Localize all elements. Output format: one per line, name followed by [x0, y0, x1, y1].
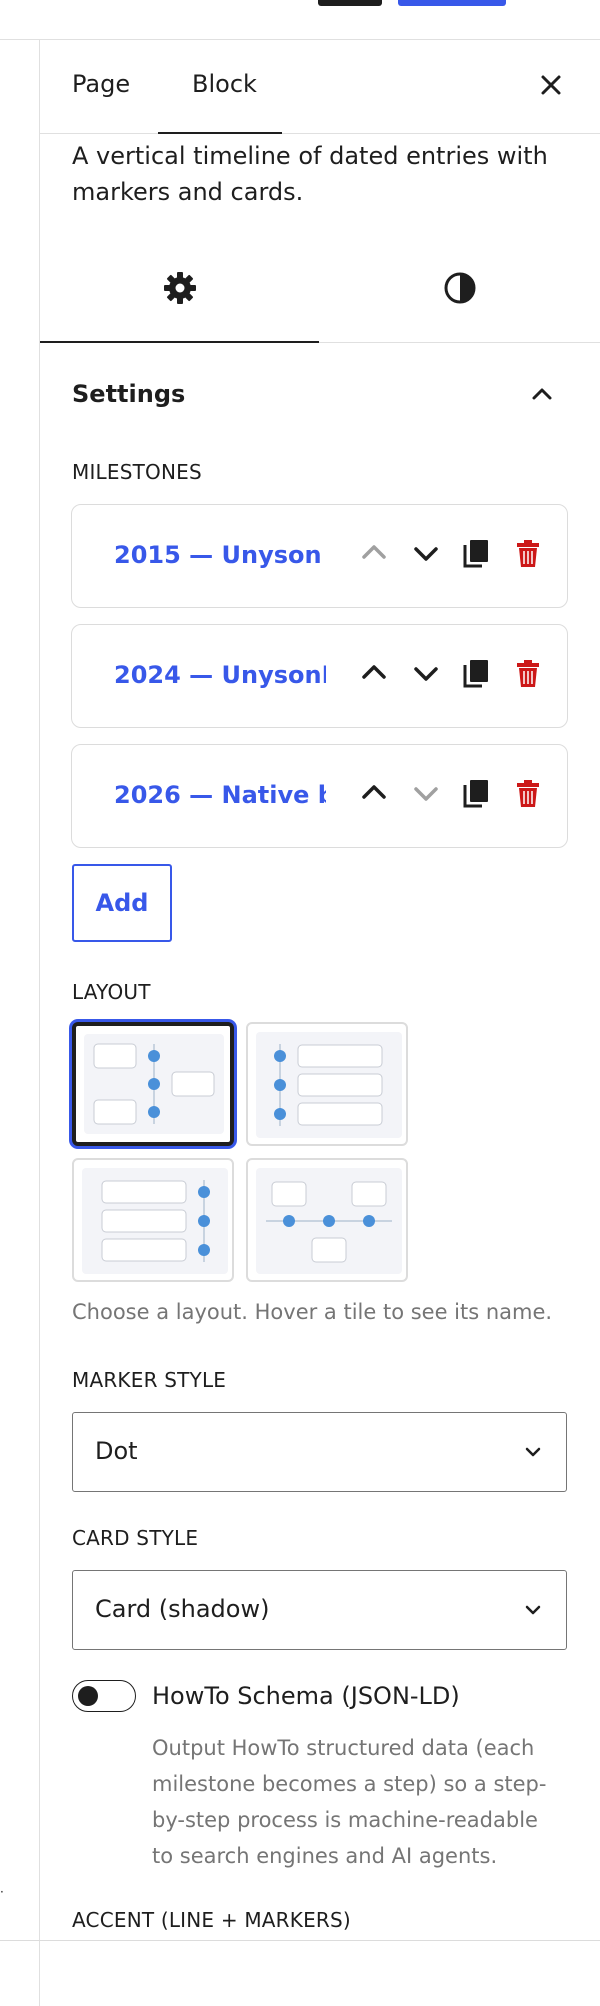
active-tab-indicator	[158, 132, 282, 134]
layout-label: LAYOUT	[72, 980, 151, 1004]
trash-icon[interactable]	[512, 777, 544, 809]
toolbar-button-dark[interactable]	[318, 0, 382, 6]
chevron-down-icon[interactable]	[410, 657, 442, 689]
sidebar-left-border	[39, 39, 40, 2006]
chevron-down-icon	[522, 1599, 544, 1621]
milestone-title[interactable]: 2024 — UnysonPlus	[114, 661, 326, 689]
close-icon[interactable]	[536, 70, 566, 100]
layout-tile-horizontal[interactable]	[246, 1158, 408, 1282]
layout-tile-left-line[interactable]	[246, 1022, 408, 1146]
milestone-item: 2015 — Unyson release	[71, 504, 568, 608]
milestone-item: 2026 — Native blocks	[71, 744, 568, 848]
chevron-up-icon[interactable]	[358, 657, 390, 689]
contrast-icon	[440, 268, 480, 312]
duplicate-icon[interactable]	[460, 777, 492, 809]
marker-style-label: MARKER STYLE	[72, 1368, 227, 1392]
settings-panel-title[interactable]: Settings	[72, 380, 185, 408]
chevron-down-icon[interactable]	[410, 537, 442, 569]
milestone-item: 2024 — UnysonPlus	[71, 624, 568, 728]
trash-icon[interactable]	[512, 657, 544, 689]
block-description: A vertical timeline of dated entries wit…	[72, 142, 548, 206]
duplicate-icon[interactable]	[460, 657, 492, 689]
milestone-title[interactable]: 2026 — Native blocks	[114, 781, 326, 809]
tab-page[interactable]: Page	[72, 70, 130, 98]
layout-tile-right-line[interactable]	[72, 1158, 234, 1282]
howto-schema-label[interactable]: HowTo Schema (JSON-LD)	[152, 1682, 460, 1710]
chevron-up-icon[interactable]	[358, 777, 390, 809]
gear-icon	[160, 268, 200, 312]
milestone-title[interactable]: 2015 — Unyson release	[114, 541, 326, 569]
settings-tab[interactable]	[160, 268, 200, 308]
active-style-tab-indicator	[40, 341, 319, 343]
trash-icon[interactable]	[512, 537, 544, 569]
marker-style-select[interactable]: Dot	[72, 1412, 567, 1492]
chevron-down-icon[interactable]	[410, 777, 442, 809]
howto-schema-toggle[interactable]	[72, 1680, 136, 1712]
milestones-label: MILESTONES	[72, 460, 202, 484]
header-divider	[40, 133, 600, 134]
card-style-value: Card (shadow)	[95, 1595, 270, 1623]
toolbar-divider	[0, 39, 600, 40]
styles-tab[interactable]	[440, 268, 480, 308]
accent-label: ACCENT (LINE + MARKERS)	[72, 1908, 351, 1932]
bottom-divider	[0, 1940, 600, 1941]
howto-schema-help: Output HowTo structured data (each miles…	[152, 1736, 547, 1868]
chevron-down-icon	[522, 1441, 544, 1463]
chevron-up-icon[interactable]	[358, 537, 390, 569]
marker-style-value: Dot	[95, 1437, 138, 1465]
tab-block[interactable]: Block	[192, 70, 257, 98]
duplicate-icon[interactable]	[460, 537, 492, 569]
toggle-knob	[78, 1686, 98, 1706]
card-style-label: CARD STYLE	[72, 1526, 199, 1550]
chevron-up-icon[interactable]	[528, 380, 556, 408]
add-milestone-button[interactable]: Add	[72, 864, 172, 942]
layout-tile-alternating[interactable]	[72, 1022, 234, 1146]
layout-help-text: Choose a layout. Hover a tile to see its…	[72, 1300, 553, 1324]
canvas-edge-marker: ·	[0, 1885, 4, 1899]
card-style-select[interactable]: Card (shadow)	[72, 1570, 567, 1650]
toolbar-button-primary[interactable]	[398, 0, 506, 6]
